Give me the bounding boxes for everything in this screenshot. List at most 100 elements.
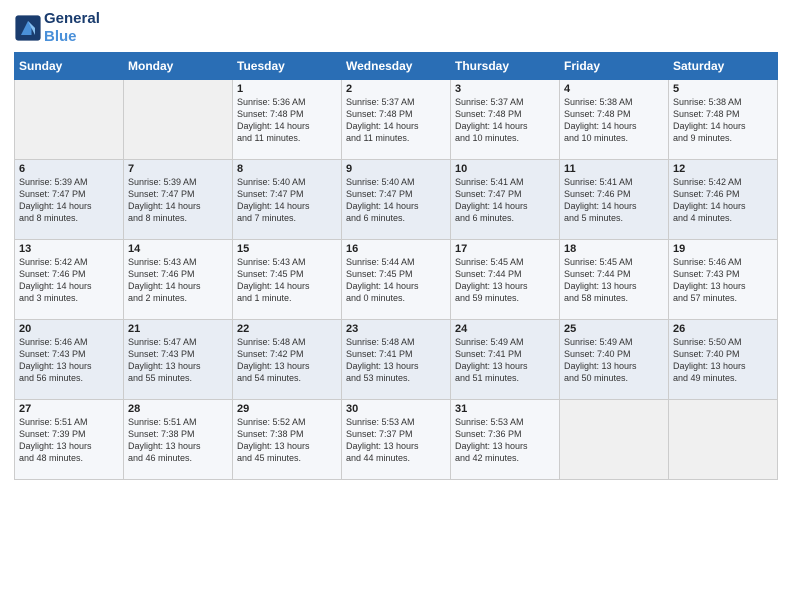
day-cell: 4Sunrise: 5:38 AM Sunset: 7:48 PM Daylig… <box>560 80 669 160</box>
week-row-3: 13Sunrise: 5:42 AM Sunset: 7:46 PM Dayli… <box>15 240 778 320</box>
day-info: Sunrise: 5:36 AM Sunset: 7:48 PM Dayligh… <box>237 96 337 145</box>
day-cell: 15Sunrise: 5:43 AM Sunset: 7:45 PM Dayli… <box>233 240 342 320</box>
day-info: Sunrise: 5:41 AM Sunset: 7:47 PM Dayligh… <box>455 176 555 225</box>
day-cell: 31Sunrise: 5:53 AM Sunset: 7:36 PM Dayli… <box>451 400 560 480</box>
day-number: 5 <box>673 83 773 95</box>
day-info: Sunrise: 5:46 AM Sunset: 7:43 PM Dayligh… <box>673 256 773 305</box>
day-cell: 7Sunrise: 5:39 AM Sunset: 7:47 PM Daylig… <box>124 160 233 240</box>
day-cell: 13Sunrise: 5:42 AM Sunset: 7:46 PM Dayli… <box>15 240 124 320</box>
day-cell: 18Sunrise: 5:45 AM Sunset: 7:44 PM Dayli… <box>560 240 669 320</box>
day-cell: 20Sunrise: 5:46 AM Sunset: 7:43 PM Dayli… <box>15 320 124 400</box>
day-number: 20 <box>19 323 119 335</box>
day-number: 2 <box>346 83 446 95</box>
day-number: 23 <box>346 323 446 335</box>
day-cell: 22Sunrise: 5:48 AM Sunset: 7:42 PM Dayli… <box>233 320 342 400</box>
day-info: Sunrise: 5:45 AM Sunset: 7:44 PM Dayligh… <box>455 256 555 305</box>
day-info: Sunrise: 5:38 AM Sunset: 7:48 PM Dayligh… <box>564 96 664 145</box>
day-number: 11 <box>564 163 664 175</box>
day-info: Sunrise: 5:48 AM Sunset: 7:41 PM Dayligh… <box>346 336 446 385</box>
day-cell <box>124 80 233 160</box>
day-cell: 3Sunrise: 5:37 AM Sunset: 7:48 PM Daylig… <box>451 80 560 160</box>
day-number: 9 <box>346 163 446 175</box>
day-cell: 2Sunrise: 5:37 AM Sunset: 7:48 PM Daylig… <box>342 80 451 160</box>
day-info: Sunrise: 5:50 AM Sunset: 7:40 PM Dayligh… <box>673 336 773 385</box>
day-cell: 6Sunrise: 5:39 AM Sunset: 7:47 PM Daylig… <box>15 160 124 240</box>
day-info: Sunrise: 5:40 AM Sunset: 7:47 PM Dayligh… <box>237 176 337 225</box>
day-number: 7 <box>128 163 228 175</box>
day-number: 27 <box>19 403 119 415</box>
week-row-5: 27Sunrise: 5:51 AM Sunset: 7:39 PM Dayli… <box>15 400 778 480</box>
day-info: Sunrise: 5:37 AM Sunset: 7:48 PM Dayligh… <box>455 96 555 145</box>
day-number: 24 <box>455 323 555 335</box>
day-cell: 9Sunrise: 5:40 AM Sunset: 7:47 PM Daylig… <box>342 160 451 240</box>
day-cell: 5Sunrise: 5:38 AM Sunset: 7:48 PM Daylig… <box>669 80 778 160</box>
day-number: 21 <box>128 323 228 335</box>
day-number: 16 <box>346 243 446 255</box>
day-info: Sunrise: 5:45 AM Sunset: 7:44 PM Dayligh… <box>564 256 664 305</box>
col-header-monday: Monday <box>124 53 233 80</box>
day-info: Sunrise: 5:52 AM Sunset: 7:38 PM Dayligh… <box>237 416 337 465</box>
day-number: 31 <box>455 403 555 415</box>
day-cell <box>669 400 778 480</box>
day-info: Sunrise: 5:41 AM Sunset: 7:46 PM Dayligh… <box>564 176 664 225</box>
day-info: Sunrise: 5:48 AM Sunset: 7:42 PM Dayligh… <box>237 336 337 385</box>
logo: General Blue <box>14 10 100 46</box>
day-number: 22 <box>237 323 337 335</box>
day-cell: 16Sunrise: 5:44 AM Sunset: 7:45 PM Dayli… <box>342 240 451 320</box>
day-info: Sunrise: 5:49 AM Sunset: 7:41 PM Dayligh… <box>455 336 555 385</box>
day-number: 18 <box>564 243 664 255</box>
day-number: 10 <box>455 163 555 175</box>
day-number: 12 <box>673 163 773 175</box>
day-info: Sunrise: 5:51 AM Sunset: 7:38 PM Dayligh… <box>128 416 228 465</box>
col-header-thursday: Thursday <box>451 53 560 80</box>
day-cell: 30Sunrise: 5:53 AM Sunset: 7:37 PM Dayli… <box>342 400 451 480</box>
day-cell: 24Sunrise: 5:49 AM Sunset: 7:41 PM Dayli… <box>451 320 560 400</box>
day-number: 6 <box>19 163 119 175</box>
day-cell <box>560 400 669 480</box>
calendar-table: SundayMondayTuesdayWednesdayThursdayFrid… <box>14 52 778 480</box>
logo-icon <box>14 14 42 42</box>
day-cell: 21Sunrise: 5:47 AM Sunset: 7:43 PM Dayli… <box>124 320 233 400</box>
day-cell: 14Sunrise: 5:43 AM Sunset: 7:46 PM Dayli… <box>124 240 233 320</box>
day-number: 26 <box>673 323 773 335</box>
day-info: Sunrise: 5:43 AM Sunset: 7:45 PM Dayligh… <box>237 256 337 305</box>
day-cell: 11Sunrise: 5:41 AM Sunset: 7:46 PM Dayli… <box>560 160 669 240</box>
day-info: Sunrise: 5:42 AM Sunset: 7:46 PM Dayligh… <box>19 256 119 305</box>
day-number: 30 <box>346 403 446 415</box>
day-cell: 17Sunrise: 5:45 AM Sunset: 7:44 PM Dayli… <box>451 240 560 320</box>
day-cell: 12Sunrise: 5:42 AM Sunset: 7:46 PM Dayli… <box>669 160 778 240</box>
day-number: 3 <box>455 83 555 95</box>
day-number: 19 <box>673 243 773 255</box>
page-container: General Blue SundayMondayTuesdayWednesda… <box>0 0 792 490</box>
week-row-1: 1Sunrise: 5:36 AM Sunset: 7:48 PM Daylig… <box>15 80 778 160</box>
day-info: Sunrise: 5:53 AM Sunset: 7:37 PM Dayligh… <box>346 416 446 465</box>
day-info: Sunrise: 5:53 AM Sunset: 7:36 PM Dayligh… <box>455 416 555 465</box>
calendar-header-row: SundayMondayTuesdayWednesdayThursdayFrid… <box>15 53 778 80</box>
day-info: Sunrise: 5:38 AM Sunset: 7:48 PM Dayligh… <box>673 96 773 145</box>
day-cell: 26Sunrise: 5:50 AM Sunset: 7:40 PM Dayli… <box>669 320 778 400</box>
col-header-wednesday: Wednesday <box>342 53 451 80</box>
day-info: Sunrise: 5:47 AM Sunset: 7:43 PM Dayligh… <box>128 336 228 385</box>
day-cell: 25Sunrise: 5:49 AM Sunset: 7:40 PM Dayli… <box>560 320 669 400</box>
day-info: Sunrise: 5:42 AM Sunset: 7:46 PM Dayligh… <box>673 176 773 225</box>
day-number: 4 <box>564 83 664 95</box>
day-cell: 28Sunrise: 5:51 AM Sunset: 7:38 PM Dayli… <box>124 400 233 480</box>
col-header-saturday: Saturday <box>669 53 778 80</box>
day-cell: 27Sunrise: 5:51 AM Sunset: 7:39 PM Dayli… <box>15 400 124 480</box>
day-cell: 29Sunrise: 5:52 AM Sunset: 7:38 PM Dayli… <box>233 400 342 480</box>
day-info: Sunrise: 5:46 AM Sunset: 7:43 PM Dayligh… <box>19 336 119 385</box>
day-info: Sunrise: 5:43 AM Sunset: 7:46 PM Dayligh… <box>128 256 228 305</box>
day-cell: 8Sunrise: 5:40 AM Sunset: 7:47 PM Daylig… <box>233 160 342 240</box>
week-row-2: 6Sunrise: 5:39 AM Sunset: 7:47 PM Daylig… <box>15 160 778 240</box>
day-cell: 19Sunrise: 5:46 AM Sunset: 7:43 PM Dayli… <box>669 240 778 320</box>
day-cell: 10Sunrise: 5:41 AM Sunset: 7:47 PM Dayli… <box>451 160 560 240</box>
day-cell <box>15 80 124 160</box>
day-info: Sunrise: 5:40 AM Sunset: 7:47 PM Dayligh… <box>346 176 446 225</box>
day-number: 1 <box>237 83 337 95</box>
day-cell: 1Sunrise: 5:36 AM Sunset: 7:48 PM Daylig… <box>233 80 342 160</box>
day-number: 8 <box>237 163 337 175</box>
day-info: Sunrise: 5:39 AM Sunset: 7:47 PM Dayligh… <box>128 176 228 225</box>
day-cell: 23Sunrise: 5:48 AM Sunset: 7:41 PM Dayli… <box>342 320 451 400</box>
day-info: Sunrise: 5:39 AM Sunset: 7:47 PM Dayligh… <box>19 176 119 225</box>
day-number: 29 <box>237 403 337 415</box>
